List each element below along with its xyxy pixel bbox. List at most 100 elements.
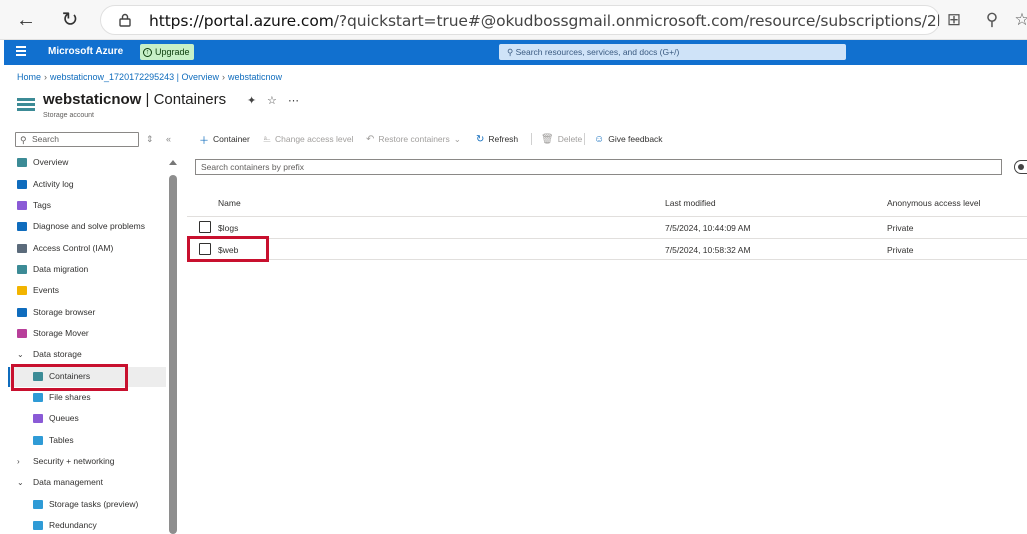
file-shares-icon xyxy=(33,392,43,402)
row-checkbox[interactable] xyxy=(199,221,211,233)
container-search-input[interactable]: Search containers by prefix xyxy=(195,159,1002,175)
sidebar-item-label: Queues xyxy=(49,413,79,423)
container-name[interactable]: $logs xyxy=(218,223,238,233)
tables-icon xyxy=(33,435,43,445)
container-search-placeholder: Search containers by prefix xyxy=(201,162,304,172)
sidebar-item-storage-tasks-preview[interactable]: Storage tasks (preview) xyxy=(33,495,138,513)
hamburger-menu-icon[interactable] xyxy=(16,46,26,56)
address-bar[interactable]: https://portal.azure.com/?quickstart=tru… xyxy=(100,5,940,35)
sidebar-item-security-networking[interactable]: › Security + networking xyxy=(17,452,115,470)
zoom-icon[interactable]: ⚲ xyxy=(980,8,1004,32)
sidebar-item-label: Storage browser xyxy=(33,307,96,317)
breadcrumb: Home › webstaticnow_1720172295243 | Overvi… xyxy=(17,72,282,82)
people-icon xyxy=(17,243,27,253)
highlight-web-container xyxy=(187,236,269,262)
collapse-sidebar-icon[interactable]: « xyxy=(166,134,171,144)
column-header-last-modified[interactable]: Last modified xyxy=(665,198,716,208)
refresh-icon: ↻ xyxy=(476,133,485,145)
sidebar-item-label: Access Control (IAM) xyxy=(33,243,114,253)
chevron-down-icon: ⌄ xyxy=(17,477,24,487)
pin-icon[interactable]: ✦ xyxy=(247,94,256,107)
storage-tasks-icon xyxy=(33,499,43,509)
refresh-label: Refresh xyxy=(488,134,519,144)
sidebar-item-label: Storage tasks (preview) xyxy=(49,499,139,509)
sidebar-item-storage-mover[interactable]: Storage Mover xyxy=(17,324,89,342)
show-deleted-toggle[interactable] xyxy=(1014,160,1027,174)
sidebar-item-label: Diagnose and solve problems xyxy=(33,221,145,231)
breadcrumb-resource-group[interactable]: webstaticnow_1720172295243 | Overview xyxy=(50,72,219,82)
sidebar-item-label: Data migration xyxy=(33,264,89,274)
url-text: https://portal.azure.com/?quickstart=tru… xyxy=(149,12,939,30)
sidebar-item-label: Activity log xyxy=(33,179,74,189)
sidebar-search-input[interactable]: ⚲ Search xyxy=(15,132,139,147)
wrench-icon xyxy=(17,221,27,231)
more-options-icon[interactable]: ⋯ xyxy=(288,94,299,107)
storage-mover-icon xyxy=(17,328,27,338)
change-access-label: Change access level xyxy=(275,134,354,144)
sidebar-item-tables[interactable]: Tables xyxy=(33,431,74,449)
sort-icon[interactable]: ⇕ xyxy=(146,134,154,145)
activity-log-icon xyxy=(17,179,27,189)
delete-button[interactable]: 🗑 Delete xyxy=(541,132,582,146)
browser-toolbar: ← ↻ https://portal.azure.com/?quickstart… xyxy=(0,0,1027,40)
sidebar-item-tags[interactable]: Tags xyxy=(17,196,51,214)
queues-icon xyxy=(33,413,43,423)
sidebar-item-label: Overview xyxy=(33,157,69,167)
sidebar-item-redundancy[interactable]: Redundancy xyxy=(33,516,97,534)
undo-icon: ↶ xyxy=(366,133,375,145)
upgrade-button[interactable]: ↑ Upgrade xyxy=(140,44,194,60)
brand-label[interactable]: Microsoft Azure xyxy=(48,46,123,57)
column-header-name[interactable]: Name xyxy=(218,198,241,208)
global-search-input[interactable]: ⚲ Search resources, services, and docs (… xyxy=(499,44,846,60)
restore-containers-button[interactable]: ↶ Restore containers ⌄ xyxy=(366,132,461,146)
sidebar-item-label: Tags xyxy=(33,200,51,210)
last-modified: 7/5/2024, 10:58:32 AM xyxy=(665,245,751,255)
column-header-access-level[interactable]: Anonymous access level xyxy=(887,198,981,208)
sidebar-item-diagnose-and-solve-problems[interactable]: Diagnose and solve problems xyxy=(17,217,145,235)
globe-icon xyxy=(33,520,43,530)
sidebar-item-label: Data management xyxy=(33,477,103,487)
table-row[interactable]: $web 7/5/2024, 10:58:32 AM Private xyxy=(187,238,1027,260)
lightning-icon xyxy=(17,285,27,295)
breadcrumb-home[interactable]: Home xyxy=(17,72,41,82)
last-modified: 7/5/2024, 10:44:09 AM xyxy=(665,223,751,233)
star-icon[interactable]: ☆ xyxy=(267,94,277,107)
refresh-button[interactable]: ↻ Refresh xyxy=(476,132,518,146)
sidebar-item-access-control-iam[interactable]: Access Control (IAM) xyxy=(17,239,113,257)
search-icon: ⚲ xyxy=(20,135,27,145)
sidebar-item-storage-browser[interactable]: Storage browser xyxy=(17,303,95,321)
arrow-up-icon: ↑ xyxy=(143,47,152,57)
scroll-up-arrow-icon[interactable] xyxy=(169,160,177,165)
lock-outline-icon: ⎁ xyxy=(263,133,271,145)
access-level: Private xyxy=(887,245,914,255)
change-access-level-button[interactable]: ⎁ Change access level xyxy=(263,132,353,146)
give-feedback-button[interactable]: ☺ Give feedback xyxy=(594,132,663,146)
storage-account-icon xyxy=(17,98,35,112)
sidebar-item-events[interactable]: Events xyxy=(17,281,59,299)
sidebar-item-data-migration[interactable]: Data migration xyxy=(17,260,88,278)
url-path: /?quickstart=true#@okudbossgmail.onmicro… xyxy=(333,12,939,30)
sidebar-scroll-thumb[interactable] xyxy=(169,175,177,534)
highlight-containers-menu xyxy=(11,364,128,391)
page-title-section: | Containers xyxy=(141,91,227,108)
storage-browser-icon xyxy=(17,307,27,317)
sidebar-item-label: Data storage xyxy=(33,349,82,359)
sidebar-item-data-management[interactable]: ⌄ Data management xyxy=(17,473,103,491)
favorites-icon[interactable]: ☆ xyxy=(1010,8,1027,32)
sidebar-item-activity-log[interactable]: Activity log xyxy=(17,175,74,193)
sidebar-item-data-storage[interactable]: ⌄ Data storage xyxy=(17,345,82,363)
overview-icon xyxy=(17,157,27,167)
sidebar-item-queues[interactable]: Queues xyxy=(33,409,79,427)
extensions-icon[interactable]: ⊞ xyxy=(942,8,966,32)
add-container-button[interactable]: ＋ Container xyxy=(199,132,250,147)
sidebar-item-overview[interactable]: Overview xyxy=(17,153,68,171)
restore-label: Restore containers xyxy=(378,134,450,144)
delete-label: Delete xyxy=(557,134,583,144)
table-row[interactable]: $logs 7/5/2024, 10:44:09 AM Private xyxy=(187,216,1027,238)
chevron-right-icon: › xyxy=(17,456,20,466)
back-arrow-icon[interactable]: ← xyxy=(14,8,38,32)
breadcrumb-storage-account[interactable]: webstaticnow xyxy=(228,72,282,82)
sidebar-item-label: Security + networking xyxy=(33,456,115,466)
reload-icon[interactable]: ↻ xyxy=(58,8,82,32)
page-title-resource: webstaticnow xyxy=(43,91,142,108)
